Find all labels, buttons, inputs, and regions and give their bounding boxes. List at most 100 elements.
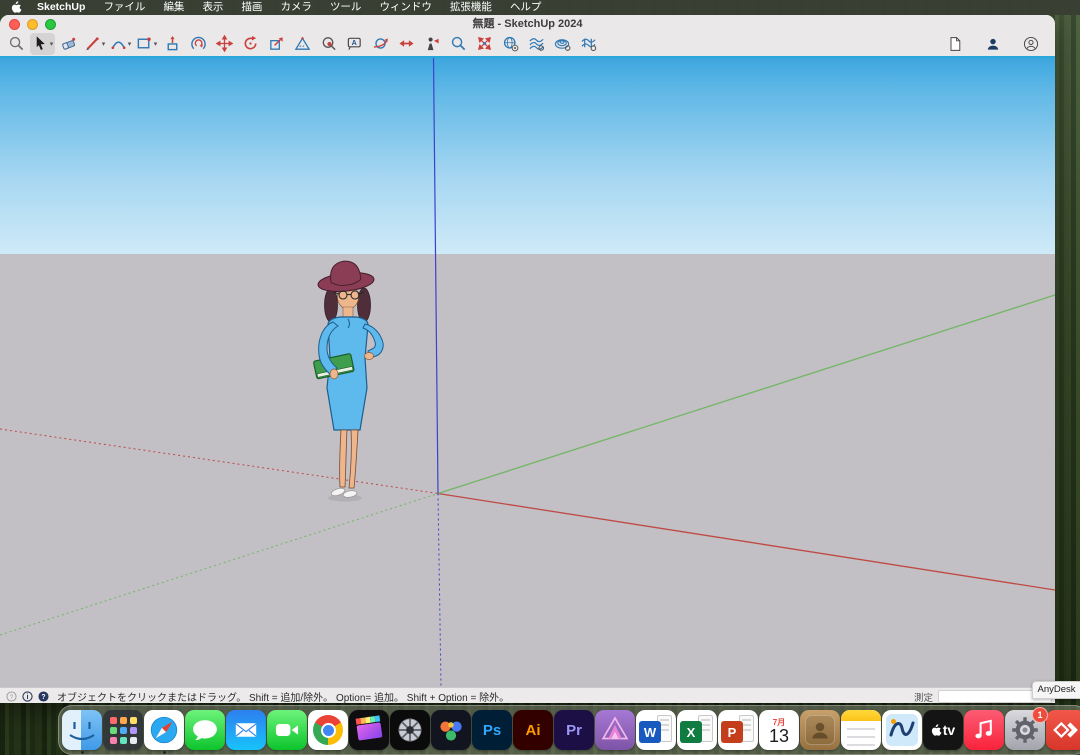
scale-icon <box>268 35 285 52</box>
dock-item-mail[interactable] <box>226 706 266 754</box>
paint-bucket-tool[interactable] <box>316 33 341 55</box>
sandbox-from-contours-tool[interactable] <box>550 33 575 55</box>
drawing-axes <box>0 58 1055 687</box>
dock-item-final-cut-pro[interactable] <box>349 706 389 754</box>
tv-label: tv <box>943 722 955 738</box>
rotate-icon <box>242 35 259 52</box>
add-location-icon <box>502 35 519 52</box>
dock-item-music[interactable] <box>964 706 1004 754</box>
sign-in-button[interactable] <box>980 33 1005 55</box>
dock-item-anydesk[interactable] <box>1046 706 1080 754</box>
line-icon <box>84 35 101 52</box>
zoom-icon <box>450 35 467 52</box>
dock-item-photoshop[interactable]: Ps <box>472 706 512 754</box>
3d-viewport[interactable] <box>0 58 1055 687</box>
eraser-tool[interactable] <box>56 33 81 55</box>
line-tool[interactable]: ▾ <box>82 33 107 55</box>
menu-tools[interactable]: ツール <box>321 0 371 15</box>
dock: Ps Ai Pr WXP 7月13 tv 1 <box>58 705 1080 755</box>
red-axis-dashed <box>0 429 438 494</box>
zoom-tool[interactable] <box>446 33 471 55</box>
menu-help[interactable]: ヘルプ <box>501 0 551 15</box>
position-camera-icon <box>424 35 441 52</box>
blue-axis-dashed <box>438 494 441 688</box>
title-bar[interactable]: 無題 - SketchUp 2024 <box>0 15 1055 31</box>
dock-item-messages[interactable] <box>185 706 225 754</box>
svg-text:A: A <box>352 39 357 47</box>
tape-measure-tool[interactable] <box>290 33 315 55</box>
sandbox-from-scratch-tool[interactable] <box>576 33 601 55</box>
app-letter: W <box>639 721 661 743</box>
green-axis-dashed <box>0 494 438 636</box>
menu-app[interactable]: SketchUp <box>28 0 94 15</box>
rectangle-tool[interactable]: ▾ <box>134 33 159 55</box>
toggle-terrain-tool[interactable] <box>524 33 549 55</box>
add-location-tool[interactable] <box>498 33 523 55</box>
dropdown-caret-icon[interactable]: ▾ <box>102 40 106 48</box>
dock-item-word[interactable]: W <box>636 706 676 754</box>
anydesk-window-label: AnyDesk <box>1032 681 1080 699</box>
sandbox-from-contours-icon <box>554 35 571 52</box>
orbit-icon <box>372 35 389 52</box>
svg-text:?: ? <box>41 693 45 700</box>
dock-item-finder[interactable] <box>62 706 102 754</box>
menu-view[interactable]: 表示 <box>193 0 232 15</box>
dock-item-affinity-photo[interactable] <box>595 706 635 754</box>
running-indicator <box>81 751 84 754</box>
menu-window[interactable]: ウィンドウ <box>370 0 441 15</box>
dock-item-apple-tv[interactable]: tv <box>923 706 963 754</box>
menu-draw[interactable]: 描画 <box>232 0 271 15</box>
dropdown-caret-icon[interactable]: ▾ <box>128 40 132 48</box>
credits-icon[interactable]: i <box>22 691 33 702</box>
pan-tool[interactable] <box>394 33 419 55</box>
red-axis <box>438 494 1055 591</box>
arc-tool[interactable]: ▾ <box>108 33 133 55</box>
app-letter: Pr <box>566 722 582 739</box>
dock-item-chrome[interactable] <box>308 706 348 754</box>
arc-icon <box>110 35 127 52</box>
dropdown-caret-icon[interactable]: ▾ <box>50 40 54 48</box>
move-tool[interactable] <box>212 33 237 55</box>
geolocation-icon[interactable]: ? <box>6 691 17 702</box>
search-tool[interactable] <box>4 33 29 55</box>
dock-item-powerpoint[interactable]: P <box>718 706 758 754</box>
text-tool[interactable]: A <box>342 33 367 55</box>
sign-in-icon <box>985 36 1001 52</box>
dock-item-calendar[interactable]: 7月13 <box>759 706 799 754</box>
svg-text:?: ? <box>10 693 14 700</box>
apple-menu[interactable] <box>11 1 22 14</box>
position-camera-tool[interactable] <box>420 33 445 55</box>
new-document-button[interactable] <box>942 33 967 55</box>
menu-file[interactable]: ファイル <box>94 0 154 15</box>
dock-item-illustrator[interactable]: Ai <box>513 706 553 754</box>
dock-item-davinci-resolve[interactable] <box>431 706 471 754</box>
scale-tool[interactable] <box>264 33 289 55</box>
menu-extensions[interactable]: 拡張機能 <box>441 0 501 15</box>
status-hint: オブジェクトをクリックまたはドラッグ。 Shift = 追加/除外。 Optio… <box>57 689 509 704</box>
offset-tool[interactable] <box>186 33 211 55</box>
dock-item-facetime[interactable] <box>267 706 307 754</box>
select-tool[interactable]: ▾ <box>30 33 55 55</box>
person-figure[interactable] <box>313 258 383 501</box>
push-pull-tool[interactable] <box>160 33 185 55</box>
dock-item-excel[interactable]: X <box>677 706 717 754</box>
orbit-tool[interactable] <box>368 33 393 55</box>
app-letter: Ai <box>526 722 541 739</box>
dock-item-freeform[interactable] <box>882 706 922 754</box>
dock-item-premiere-pro[interactable]: Pr <box>554 706 594 754</box>
dock-item-launchpad[interactable] <box>103 706 143 754</box>
help-icon[interactable]: ? <box>38 691 49 702</box>
dock-item-contacts[interactable] <box>800 706 840 754</box>
dropdown-caret-icon[interactable]: ▾ <box>154 40 158 48</box>
dock-item-safari[interactable] <box>144 706 184 754</box>
app-letter: P <box>721 721 743 743</box>
menu-edit[interactable]: 編集 <box>154 0 193 15</box>
dock-item-compressor[interactable] <box>390 706 430 754</box>
running-indicator <box>163 751 166 754</box>
menu-camera[interactable]: カメラ <box>271 0 321 15</box>
zoom-extents-tool[interactable] <box>472 33 497 55</box>
dock-item-system-settings[interactable]: 1 <box>1005 706 1045 754</box>
account-button[interactable] <box>1018 33 1043 55</box>
dock-item-notes[interactable] <box>841 706 881 754</box>
rotate-tool[interactable] <box>238 33 263 55</box>
